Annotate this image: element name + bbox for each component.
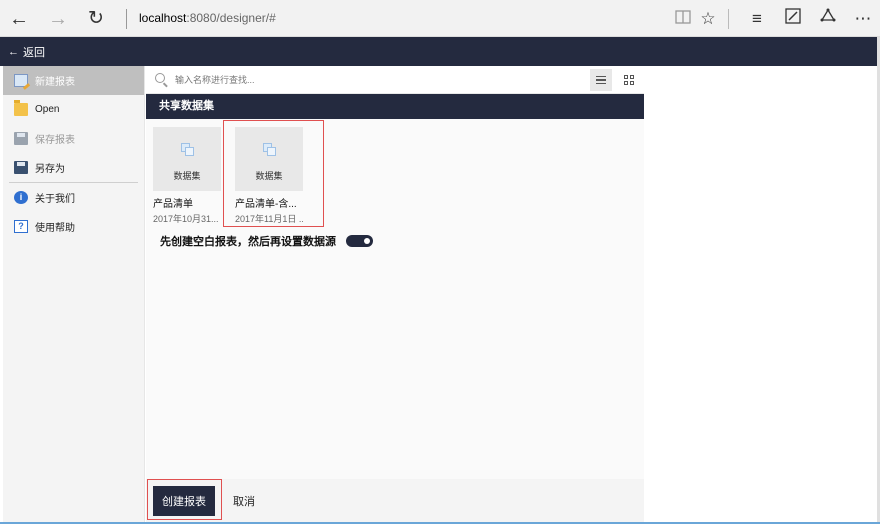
dataset-list: 数据集 产品清单 2017年10月31... 数据集 产品清单-含... 201… <box>146 119 644 231</box>
sidebar-item-help[interactable]: ? 使用帮助 <box>3 212 144 241</box>
forward-arrow-icon[interactable]: → <box>47 8 69 30</box>
list-view-icon <box>596 75 606 78</box>
toolbar-separator <box>728 9 729 29</box>
dataset-panel: 共享数据集 数据集 产品清单 2017年10月31... 数据集 产品清单-含.… <box>146 66 644 479</box>
section-title: 共享数据集 <box>146 94 644 119</box>
search-input[interactable] <box>175 72 555 88</box>
dataset-icon <box>181 143 194 156</box>
hub-icon[interactable]: ≡ <box>746 8 768 30</box>
back-arrow-icon: ← <box>8 46 19 58</box>
grid-view-button[interactable] <box>618 69 640 91</box>
selection-highlight <box>223 120 324 227</box>
dataset-card[interactable]: 数据集 产品清单 2017年10月31... <box>153 127 221 225</box>
cancel-button[interactable]: 取消 <box>226 486 262 516</box>
browser-toolbar: ← → ↻ localhost:8080/designer/# ☆ ≡ ⋯ <box>0 0 880 37</box>
address-bar[interactable]: localhost:8080/designer/# <box>139 11 276 25</box>
sidebar-item-label: 另存为 <box>35 164 65 175</box>
sidebar-item-about[interactable]: i 关于我们 <box>3 183 144 212</box>
sidebar-item-new-report[interactable]: 新建报表 <box>3 66 144 95</box>
address-path: :8080/designer/# <box>186 11 276 25</box>
address-separator <box>126 9 127 29</box>
back-arrow-icon[interactable]: ← <box>8 8 30 30</box>
help-icon: ? <box>14 220 28 233</box>
folder-icon <box>14 100 28 116</box>
grid-view-icon <box>624 75 628 79</box>
window-bottom-border <box>0 522 880 524</box>
dataset-thumb-label: 数据集 <box>173 171 201 181</box>
dataset-name: 产品清单 <box>153 199 193 210</box>
sidebar-item-save-report[interactable]: 保存报表 <box>3 124 144 153</box>
list-view-button[interactable] <box>590 69 612 91</box>
sidebar-item-label: 关于我们 <box>35 194 75 205</box>
reading-view-icon[interactable] <box>672 8 694 30</box>
back-label: 返回 <box>23 47 45 59</box>
address-host: localhost <box>139 11 187 25</box>
app-header: ← 返回 <box>0 37 880 66</box>
search-bar <box>146 66 644 94</box>
save-as-icon <box>14 161 28 174</box>
save-icon <box>14 132 28 145</box>
share-icon[interactable] <box>817 8 839 30</box>
refresh-icon[interactable]: ↻ <box>85 8 107 30</box>
blank-report-toggle[interactable] <box>346 235 373 247</box>
toggle-label: 先创建空白报表，然后再设置数据源 <box>160 236 336 248</box>
dataset-date: 2017年10月31... <box>153 214 219 224</box>
dataset-thumbnail: 数据集 <box>153 127 221 191</box>
sidebar-item-label: Open <box>35 104 60 115</box>
info-icon: i <box>14 191 28 204</box>
favorite-star-icon[interactable]: ☆ <box>697 8 719 30</box>
new-report-icon <box>14 74 28 87</box>
sidebar-item-open[interactable]: Open <box>3 95 144 124</box>
more-icon[interactable]: ⋯ <box>852 8 874 30</box>
sidebar: 新建报表 Open 保存报表 另存为 i 关于我们 ? 使用帮助 <box>3 66 145 522</box>
sidebar-item-label: 使用帮助 <box>35 223 75 234</box>
sidebar-item-label: 新建报表 <box>35 77 75 88</box>
back-button[interactable]: ← 返回 <box>8 44 45 60</box>
create-report-button[interactable]: 创建报表 <box>153 486 215 516</box>
sidebar-item-label: 保存报表 <box>35 135 75 146</box>
search-icon <box>155 73 165 83</box>
web-note-icon[interactable] <box>782 8 804 30</box>
blank-report-option: 先创建空白报表，然后再设置数据源 <box>160 233 373 249</box>
sidebar-item-save-as[interactable]: 另存为 <box>3 153 144 182</box>
